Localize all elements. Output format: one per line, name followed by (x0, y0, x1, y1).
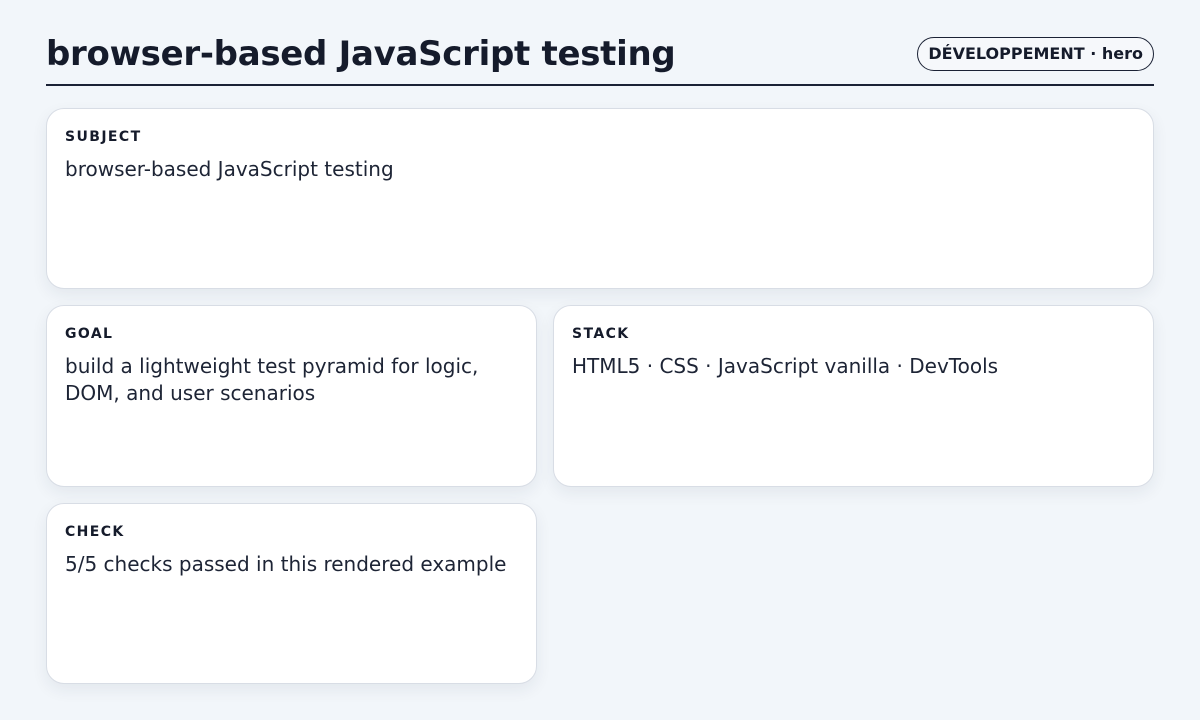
check-value: 5/5 checks passed in this rendered examp… (65, 552, 507, 576)
stack-card: STACK HTML5 · CSS · JavaScript vanilla ·… (553, 305, 1154, 487)
stack-label: STACK (572, 326, 630, 342)
subject-value: browser-based JavaScript testing (65, 157, 394, 181)
check-card: CHECK 5/5 checks passed in this rendered… (46, 503, 537, 684)
goal-value: build a lightweight test pyramid for log… (65, 354, 479, 405)
page-title: browser-based JavaScript testing (46, 34, 676, 74)
check-label: CHECK (65, 524, 125, 540)
subject-label: SUBJECT (65, 129, 142, 145)
subject-card: SUBJECT browser-based JavaScript testing (46, 108, 1154, 289)
goal-label: GOAL (65, 326, 114, 342)
stack-value: HTML5 · CSS · JavaScript vanilla · DevTo… (572, 354, 999, 378)
page-header: browser-based JavaScript testing DÉVELOP… (46, 28, 1154, 86)
goal-card: GOAL build a lightweight test pyramid fo… (46, 305, 537, 487)
category-badge: DÉVELOPPEMENT · hero (917, 37, 1154, 71)
